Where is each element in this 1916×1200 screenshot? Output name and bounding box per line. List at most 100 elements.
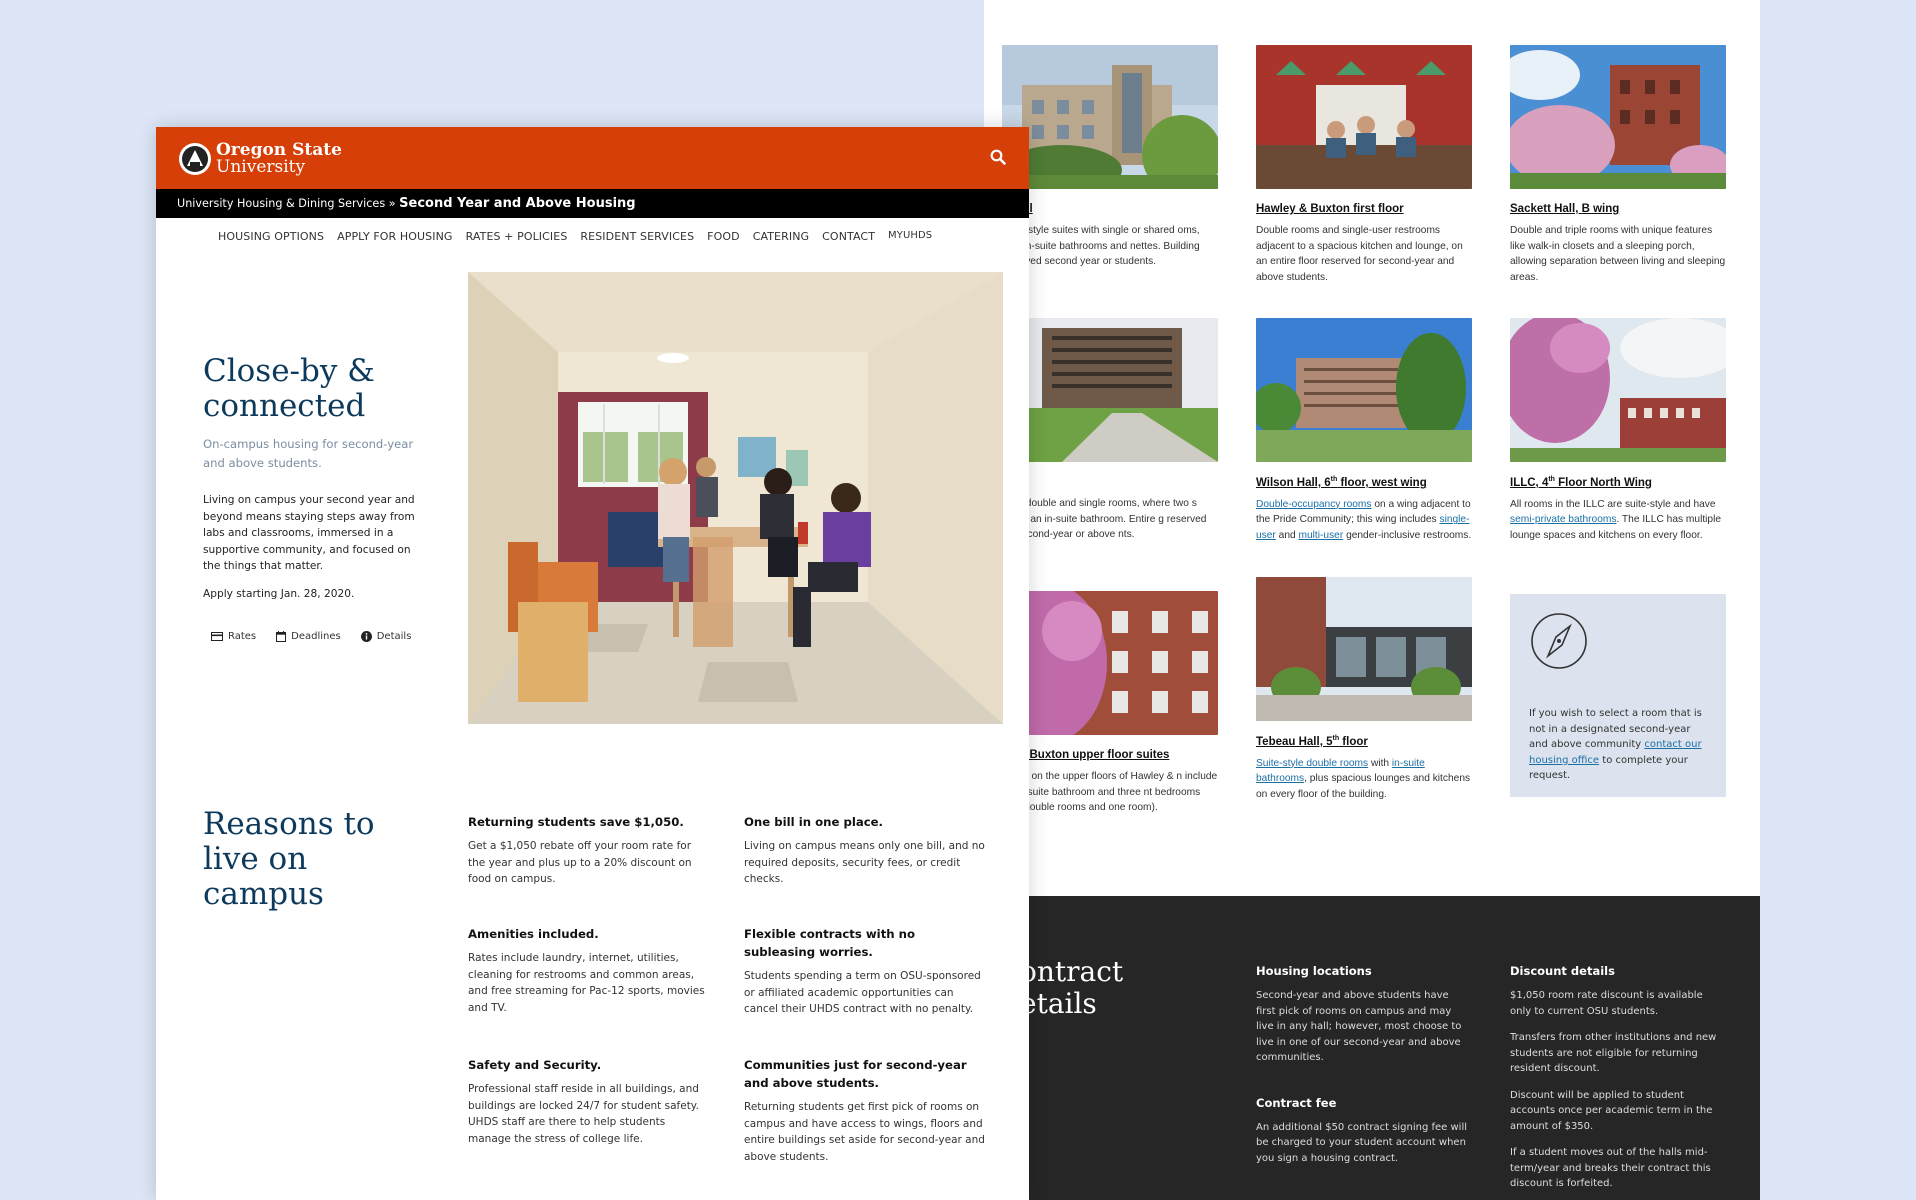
reason-body: Get a $1,050 rebate off your room rate f… xyxy=(468,840,692,885)
osu-logo[interactable]: Oregon State University xyxy=(178,140,342,178)
reasons-title-line: Reasons to xyxy=(203,806,375,842)
nav-resident-services[interactable]: RESIDENT SERVICES xyxy=(580,230,694,243)
reason-title: Communities just for second-year and abo… xyxy=(744,1058,967,1090)
credit-card-icon xyxy=(211,632,223,641)
search-icon[interactable] xyxy=(990,149,1006,165)
building-photo xyxy=(1510,318,1726,462)
single-user-link[interactable]: single-user xyxy=(1256,514,1469,541)
building-photo xyxy=(1002,591,1218,735)
reason-body: Living on campus means only one bill, an… xyxy=(744,840,985,885)
reason-item: Flexible contracts with no subleasing wo… xyxy=(744,925,986,1018)
card-body: All rooms in the ILLC are suite-style an… xyxy=(1510,498,1722,541)
rates-link[interactable]: Rates xyxy=(211,631,256,642)
discount-item: Discount will be applied to student acco… xyxy=(1510,1089,1713,1132)
site-header: Oregon State University xyxy=(156,127,1029,189)
card-title[interactable]: Hawley & Buxton first floor xyxy=(1256,203,1472,215)
housing-card[interactable]: Sackett Hall, B wing Double and triple r… xyxy=(1510,45,1726,285)
nav-catering[interactable]: CATERING xyxy=(753,230,809,243)
hero-photo xyxy=(468,272,1003,724)
card-body: style double and single rooms, where two… xyxy=(1002,498,1207,540)
breadcrumb-current: Second Year and Above Housing xyxy=(399,196,636,211)
compass-icon xyxy=(1531,613,1587,669)
housing-locations-title: Housing locations xyxy=(1256,964,1372,978)
nav-apply-for-housing[interactable]: APPLY FOR HOUSING xyxy=(337,230,452,243)
card-body: Double rooms and single-user restrooms a… xyxy=(1256,225,1463,283)
university-seal-icon xyxy=(179,143,211,175)
building-photo xyxy=(1002,318,1218,462)
discount-title: Discount details xyxy=(1510,964,1615,978)
housing-card[interactable]: ey & Buxton upper floor suites suites on… xyxy=(1002,591,1218,816)
housing-card[interactable]: Wilson Hall, 6th floor, west wing Double… xyxy=(1256,318,1472,543)
contract-heading: ontract etails xyxy=(1020,956,1123,1020)
card-body: ment-style suites with single or shared … xyxy=(1002,225,1200,267)
reason-title: Flexible contracts with no subleasing wo… xyxy=(744,927,916,959)
reasons-title-line: live on xyxy=(203,841,308,877)
discount-item: If a student moves out of the halls mid-… xyxy=(1510,1147,1711,1189)
housing-card[interactable]: Hawley & Buxton first floor Double rooms… xyxy=(1256,45,1472,285)
housing-card[interactable]: Tebeau Hall, 5th floor Suite-style doubl… xyxy=(1256,577,1472,802)
breadcrumb-separator: » xyxy=(388,197,396,210)
lounge-photo xyxy=(1256,45,1472,189)
logo-wordmark: Oregon State University xyxy=(216,142,342,176)
reason-body: Students spending a term on OSU-sponsore… xyxy=(744,970,981,1015)
details-link[interactable]: Details xyxy=(360,631,411,642)
housing-card[interactable]: ll Hall ment-style suites with single or… xyxy=(1002,45,1218,270)
card-title[interactable]: ey & Buxton upper floor suites xyxy=(1002,749,1218,761)
card-title[interactable]: Tebeau Hall, 5th floor xyxy=(1256,735,1472,748)
front-page: Oregon State University University Housi… xyxy=(156,127,1029,1200)
logo-line: University xyxy=(216,157,306,177)
contract-fee-body: An additional $50 contract signing fee w… xyxy=(1256,1121,1468,1164)
contract-fee-title: Contract fee xyxy=(1256,1095,1337,1110)
reason-item: Communities just for second-year and abo… xyxy=(744,1056,986,1165)
discount-item: Transfers from other institutions and ne… xyxy=(1510,1032,1717,1074)
calendar-icon xyxy=(276,631,287,642)
breadcrumb-parent[interactable]: University Housing & Dining Services xyxy=(177,197,385,210)
hero-title-line: Close-by & xyxy=(203,353,375,389)
building-photo xyxy=(1256,318,1472,462)
nav-contact[interactable]: CONTACT xyxy=(822,230,875,243)
deadlines-link[interactable]: Deadlines xyxy=(276,631,341,642)
housing-card[interactable]: Hall style double and single rooms, wher… xyxy=(1002,318,1218,543)
hero-text: Close-by & connected On-campus housing f… xyxy=(203,354,431,600)
reason-title: Amenities included. xyxy=(468,927,599,941)
building-photo xyxy=(1256,577,1472,721)
discount-col: Discount details $1,050 room rate discou… xyxy=(1510,964,1724,1200)
housing-card[interactable]: ILLC, 4th Floor North Wing All rooms in … xyxy=(1510,318,1726,543)
card-title[interactable]: ILLC, 4th Floor North Wing xyxy=(1510,476,1726,489)
nav-myuhds[interactable]: MYUHDS xyxy=(888,230,932,243)
reason-item: Returning students save $1,050. Get a $1… xyxy=(468,813,710,888)
suite-style-link[interactable]: Suite-style double rooms xyxy=(1256,758,1368,769)
hero-body: Living on campus your second year and be… xyxy=(203,494,415,572)
quick-link-label: Rates xyxy=(228,631,257,642)
multi-user-link[interactable]: multi-user xyxy=(1299,530,1344,541)
reason-body: Returning students get first pick of roo… xyxy=(744,1101,985,1163)
card-body: Double and triple rooms with unique feat… xyxy=(1510,225,1726,283)
nav-rates-policies[interactable]: RATES + POLICIES xyxy=(466,230,568,243)
card-title[interactable]: ll Hall xyxy=(1002,203,1218,215)
reason-title: Safety and Security. xyxy=(468,1058,602,1072)
reason-title: Returning students save $1,050. xyxy=(468,815,684,829)
card-body: suites on the upper floors of Hawley & n… xyxy=(1002,771,1218,813)
housing-locations-body: Second-year and above students have firs… xyxy=(1256,990,1462,1063)
contract-details-section: ontract etails Housing locations Second-… xyxy=(984,896,1760,1200)
card-title[interactable]: Hall xyxy=(1002,476,1218,488)
reason-item: Safety and Security. Professional staff … xyxy=(468,1056,710,1147)
quick-links: Rates Deadlines Details xyxy=(211,631,411,642)
card-body: Suite-style double rooms with in-suite b… xyxy=(1256,757,1471,800)
card-title[interactable]: Sackett Hall, B wing xyxy=(1510,203,1726,215)
card-title[interactable]: Wilson Hall, 6th floor, west wing xyxy=(1256,476,1472,489)
back-page: ll Hall ment-style suites with single or… xyxy=(984,0,1760,1200)
housing-locations-col: Housing locations Second-year and above … xyxy=(1256,964,1470,1177)
nav-housing-options[interactable]: HOUSING OPTIONS xyxy=(218,230,324,243)
semi-private-bathrooms-link[interactable]: semi-private bathrooms xyxy=(1510,514,1616,525)
info-icon xyxy=(360,631,372,642)
discount-item: $1,050 room rate discount is available o… xyxy=(1510,990,1703,1017)
reasons-title-line: campus xyxy=(203,876,324,912)
breadcrumb: University Housing & Dining Services » S… xyxy=(156,189,1029,218)
nav-food[interactable]: FOOD xyxy=(707,230,740,243)
card-body: Double-occupancy rooms on a wing adjacen… xyxy=(1256,498,1472,541)
double-occupancy-link[interactable]: Double-occupancy rooms xyxy=(1256,499,1372,510)
contract-heading-line: ontract xyxy=(1020,955,1124,988)
contract-heading-line: etails xyxy=(1020,987,1097,1020)
reasons-title: Reasons to live on campus xyxy=(203,807,375,912)
